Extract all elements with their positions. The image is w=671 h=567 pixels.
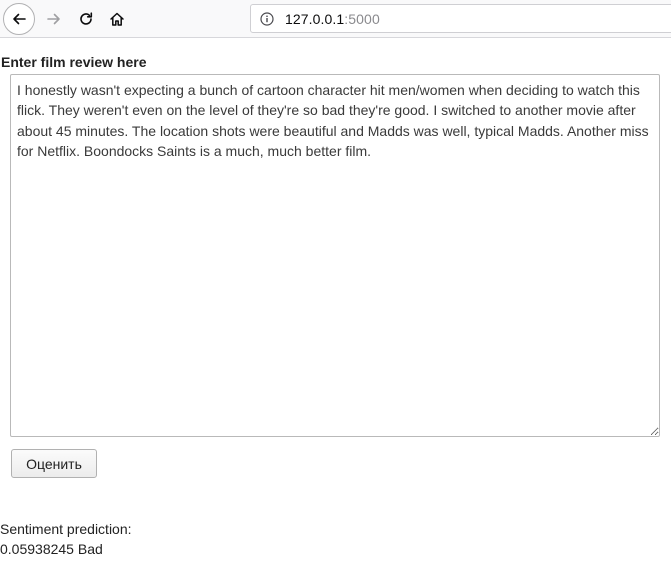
url-text[interactable]: 127.0.0.1:5000: [285, 11, 380, 27]
url-bar[interactable]: 127.0.0.1:5000: [250, 4, 671, 33]
home-icon: [110, 12, 124, 26]
submit-button[interactable]: Оценить: [11, 449, 97, 478]
sentiment-label: Sentiment prediction:: [0, 521, 132, 537]
home-button[interactable]: [101, 3, 133, 35]
browser-toolbar: 127.0.0.1:5000: [0, 0, 671, 38]
sentiment-verdict: Bad: [77, 541, 103, 557]
info-icon[interactable]: [260, 11, 274, 26]
review-textarea[interactable]: I honestly wasn't expecting a bunch of c…: [10, 74, 660, 437]
forward-button[interactable]: [38, 3, 70, 35]
url-host: 127.0.0.1: [285, 10, 345, 27]
review-label: Enter film review here: [1, 54, 147, 70]
url-port: :5000: [344, 10, 380, 27]
reload-button[interactable]: [70, 3, 102, 35]
reload-icon: [80, 12, 93, 25]
back-button[interactable]: [3, 3, 35, 35]
back-arrow-icon: [13, 13, 26, 25]
sentiment-score: 0.05938245: [0, 541, 74, 557]
sentiment-result: 0.05938245 Bad: [0, 541, 103, 557]
forward-arrow-icon: [47, 13, 60, 25]
